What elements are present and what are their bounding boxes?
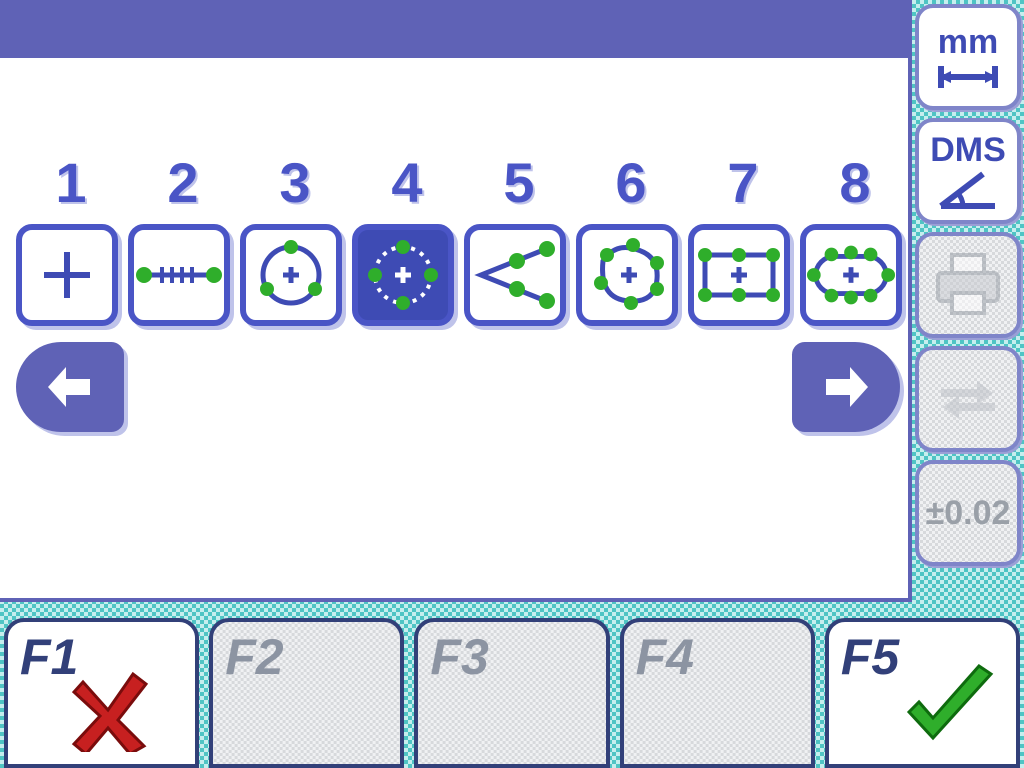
unit-mm-button[interactable]: mm: [915, 4, 1021, 110]
arc-points-icon: [363, 235, 443, 315]
cancel-x-icon: [68, 662, 158, 752]
circle-points-icon: [251, 235, 331, 315]
sidebar: mm DMS ±0.02: [912, 0, 1024, 602]
f4-button: F4: [620, 618, 815, 768]
arrow-right-icon: [818, 359, 874, 415]
angle-dms-button[interactable]: DMS: [915, 118, 1021, 224]
measure-button-row: [16, 224, 902, 326]
measure-circle-button[interactable]: [240, 224, 342, 326]
crosshair-icon: [32, 240, 102, 310]
tolerance-label: ±0.02: [926, 494, 1011, 533]
angle-points-icon: [473, 239, 557, 311]
angle-icon: [933, 170, 1003, 212]
measure-arc-button[interactable]: [352, 224, 454, 326]
measure-rectangle-button[interactable]: [688, 224, 790, 326]
f2-button: F2: [209, 618, 404, 768]
confirm-check-icon: [899, 664, 999, 754]
f1-cancel-button[interactable]: F1: [4, 618, 199, 768]
main-panel: 1 2 3 4 5 6 7 8: [0, 0, 912, 602]
slot-points-icon: [806, 242, 896, 308]
f2-label: F2: [225, 628, 283, 686]
f3-button: F3: [414, 618, 609, 768]
measure-num-5: 5: [464, 150, 576, 215]
measure-num-1: 1: [16, 150, 128, 215]
transfer-arrows-icon: [929, 375, 1007, 423]
measure-line-button[interactable]: [128, 224, 230, 326]
f4-label: F4: [636, 628, 694, 686]
f5-label: F5: [841, 628, 899, 686]
transfer-button: [915, 346, 1021, 452]
measure-num-8: 8: [800, 150, 912, 215]
measure-number-row: 1 2 3 4 5 6 7 8: [16, 150, 912, 215]
measure-blob-button[interactable]: [576, 224, 678, 326]
measure-angle-button[interactable]: [464, 224, 566, 326]
page-right-button[interactable]: [792, 342, 900, 432]
blob-points-icon: [585, 237, 669, 313]
tolerance-button: ±0.02: [915, 460, 1021, 566]
f3-label: F3: [430, 628, 488, 686]
measure-num-4: 4: [352, 150, 464, 215]
measure-num-7: 7: [688, 150, 800, 215]
measure-slot-button[interactable]: [800, 224, 902, 326]
print-button: [915, 232, 1021, 338]
unit-label: mm: [938, 23, 998, 62]
rectangle-points-icon: [695, 243, 783, 307]
measure-point-button[interactable]: [16, 224, 118, 326]
fkey-row: F1 F2 F3 F4 F5: [0, 614, 1024, 768]
measure-num-3: 3: [240, 150, 352, 215]
title-bar: [0, 0, 908, 58]
f5-confirm-button[interactable]: F5: [825, 618, 1020, 768]
page-left-button[interactable]: [16, 342, 124, 432]
angle-label: DMS: [930, 131, 1006, 170]
arrow-left-icon: [42, 359, 98, 415]
measure-num-2: 2: [128, 150, 240, 215]
dimension-icon: [933, 62, 1003, 92]
printer-icon: [932, 251, 1004, 319]
measure-num-6: 6: [576, 150, 688, 215]
line-points-icon: [136, 255, 222, 295]
